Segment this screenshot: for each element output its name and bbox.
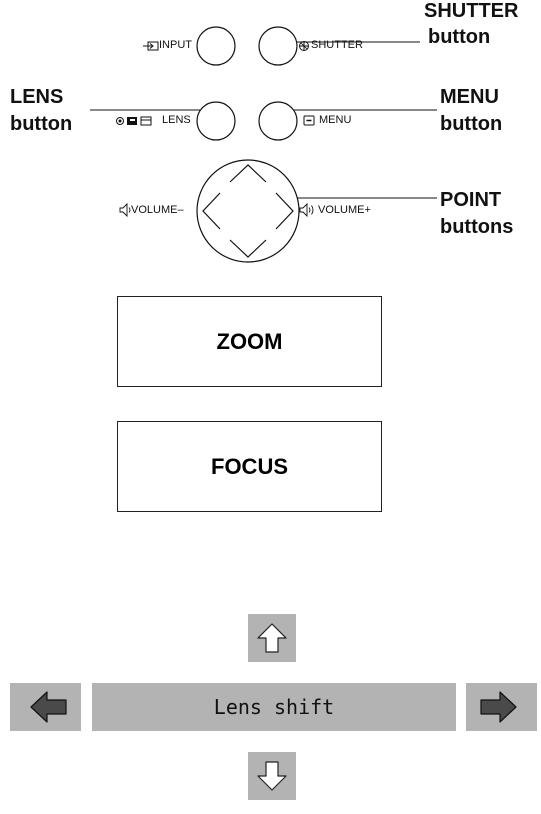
volume-plus-label: VOLUME+ [318,204,371,216]
menu-button[interactable] [258,101,298,141]
lens-callout-subtitle: button [10,113,73,135]
point-callout: POINT buttons [440,189,513,238]
lens-button-label: LENS [162,114,191,126]
zoom-panel[interactable]: ZOOM [117,296,382,387]
lens-shift-label: Lens shift [213,695,335,719]
lens-callout-title: LENS [10,86,64,108]
volume-up-icon [299,202,314,218]
volume-minus-label: VOLUME– [131,204,184,216]
shutter-callout: SHUTTER button [424,0,518,48]
lens-callout: LENS button [10,86,72,135]
point-pad [196,159,300,263]
volume-down-icon [119,202,131,218]
shutter-icon [299,41,309,51]
input-button[interactable] [196,26,236,66]
focus-panel[interactable]: FOCUS [117,421,382,512]
lens-icons [116,116,152,126]
input-icon [143,41,159,51]
point-callout-subtitle: buttons [440,216,514,238]
lens-button[interactable] [196,101,236,141]
menu-callout-subtitle: button [440,113,503,135]
shutter-button-label: SHUTTER [311,39,363,51]
input-button-label: INPUT [159,39,192,51]
menu-icon [303,115,315,126]
menu-callout-title: MENU [440,86,499,108]
zoom-label: ZOOM [216,328,283,354]
menu-button-label: MENU [319,114,352,126]
shutter-callout-subtitle: button [428,26,491,48]
focus-label: FOCUS [211,453,288,479]
lens-shift-bar: Lens shift [92,683,456,731]
menu-callout: MENU button [440,86,502,135]
shutter-button[interactable] [258,26,298,66]
shutter-callout-title: SHUTTER [424,0,519,22]
point-callout-title: POINT [440,189,502,211]
